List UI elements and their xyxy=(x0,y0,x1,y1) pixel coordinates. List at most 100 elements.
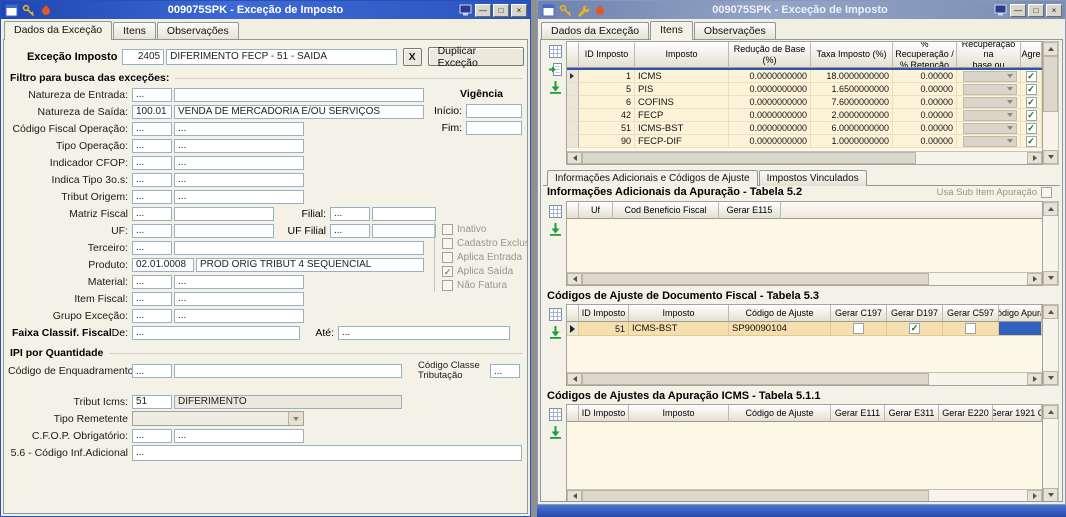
filial-desc-input[interactable] xyxy=(372,206,436,221)
vertical-scrollbar[interactable] xyxy=(1043,41,1059,165)
scroll-left-button[interactable] xyxy=(567,152,582,164)
row-header[interactable] xyxy=(567,83,579,96)
grid-icon[interactable] xyxy=(546,405,564,423)
imposto-row[interactable]: 90 FECP-DIF 0.0000000000 1.0000000000 0.… xyxy=(567,135,1042,148)
flag-checkbox[interactable] xyxy=(442,251,453,263)
indica-tipo-3os-code-input[interactable]: ... xyxy=(132,172,172,187)
material-code-input[interactable]: ... xyxy=(132,274,172,289)
recuperacao-base-combo[interactable] xyxy=(963,109,1017,121)
produto-desc-input[interactable]: PROD ORIG TRIBUT 4 SEQUENCIAL xyxy=(196,257,424,272)
scroll-left-button[interactable] xyxy=(567,273,582,285)
recuperacao-retencao-cell[interactable]: 0.00000 xyxy=(893,96,957,109)
scroll-right-button[interactable] xyxy=(1027,373,1042,385)
column-header[interactable]: % Recuperação / % Retenção xyxy=(893,42,957,68)
scroll-right-button[interactable] xyxy=(1027,490,1042,501)
enquadramento-code-input[interactable]: ... xyxy=(132,364,172,378)
column-header[interactable]: Imposto xyxy=(629,305,729,322)
export-icon[interactable] xyxy=(546,323,564,341)
recuperacao-base-combo[interactable] xyxy=(963,70,1017,82)
vigencia-inicio-input[interactable] xyxy=(466,104,522,118)
column-header[interactable]: Redução de Base (%) xyxy=(729,42,811,68)
taxa-imposto-cell[interactable]: 7.6000000000 xyxy=(811,96,893,109)
scroll-left-button[interactable] xyxy=(567,490,582,501)
ajuste-documento-row[interactable]: 51 ICMS-BST SP90090104 xyxy=(567,322,1042,336)
agregado-checkbox[interactable] xyxy=(1025,96,1037,108)
vigencia-fim-input[interactable] xyxy=(466,121,522,135)
uf-filial-desc-input[interactable] xyxy=(372,223,436,238)
tribut-origem-code-input[interactable]: ... xyxy=(132,189,172,204)
reducao-base-cell[interactable]: 0.0000000000 xyxy=(729,135,811,148)
column-header[interactable]: Gerar E111 xyxy=(831,405,885,422)
enquadramento-desc-input[interactable] xyxy=(174,364,402,378)
id-imposto-cell[interactable]: 6 xyxy=(579,96,635,109)
reducao-base-cell[interactable]: 0.0000000000 xyxy=(729,122,811,135)
vertical-scrollbar[interactable] xyxy=(1043,304,1059,386)
minimize-button[interactable]: — xyxy=(475,3,491,17)
horizontal-scrollbar[interactable] xyxy=(567,272,1042,285)
column-header[interactable]: ID Imposto xyxy=(579,42,635,68)
tab-dados-da-excecao[interactable]: Dados da Exceção xyxy=(4,21,113,40)
scroll-left-button[interactable] xyxy=(567,373,582,385)
horizontal-scrollbar[interactable] xyxy=(567,151,1042,164)
maximize-button[interactable]: □ xyxy=(1028,3,1044,17)
scroll-down-button[interactable] xyxy=(1043,271,1058,285)
export-icon[interactable] xyxy=(546,423,564,441)
tipo-operacao-desc-input[interactable]: ... xyxy=(174,138,304,153)
id-imposto-cell[interactable]: 42 xyxy=(579,109,635,122)
tipo-operacao-code-input[interactable]: ... xyxy=(132,138,172,153)
usa-sub-item-checkbox[interactable] xyxy=(1041,187,1052,198)
indicador-cfop-code-input[interactable]: ... xyxy=(132,155,172,170)
codigo-fiscal-operacao-code-input[interactable]: ... xyxy=(132,121,172,136)
imposto-cell[interactable]: FECP-DIF xyxy=(635,135,729,148)
key-icon[interactable] xyxy=(558,3,573,17)
codigo-fiscal-operacao-desc-input[interactable]: ... xyxy=(174,121,304,136)
recuperacao-base-combo[interactable] xyxy=(963,83,1017,95)
matriz-fiscal-code-input[interactable]: ... xyxy=(132,206,172,221)
wrench-icon[interactable] xyxy=(575,3,590,17)
column-header[interactable]: ID Imposto xyxy=(579,305,629,322)
column-header[interactable]: Agre xyxy=(1021,42,1042,68)
scroll-down-button[interactable] xyxy=(1043,371,1058,385)
vertical-scrollbar[interactable] xyxy=(1043,201,1059,286)
agregado-checkbox[interactable] xyxy=(1025,83,1037,95)
cfop-obrigatorio-desc-input[interactable]: ... xyxy=(174,428,304,443)
column-header[interactable]: Gerar E311 xyxy=(885,405,939,422)
clear-excecao-button[interactable]: X xyxy=(402,47,422,66)
imposto-row[interactable]: 1 ICMS 0.0000000000 18.0000000000 0.0000… xyxy=(567,70,1042,83)
id-imposto-cell[interactable]: 51 xyxy=(579,122,635,135)
item-fiscal-desc-input[interactable]: ... xyxy=(174,291,304,306)
classe-tributacao-input[interactable]: ... xyxy=(490,364,520,378)
faixa-de-input[interactable]: ... xyxy=(132,325,300,340)
maximize-button[interactable]: □ xyxy=(493,3,509,17)
grupo-excecao-code-input[interactable]: ... xyxy=(132,308,172,323)
natureza-saida-desc-input[interactable]: VENDA DE MERCADORIA E/OU SERVIÇOS xyxy=(174,104,424,119)
row-header[interactable] xyxy=(567,70,579,83)
taxa-imposto-cell[interactable]: 18.0000000000 xyxy=(811,70,893,83)
reducao-base-cell[interactable]: 0.0000000000 xyxy=(729,96,811,109)
tab-dados-da-excecao[interactable]: Dados da Exceção xyxy=(541,22,650,40)
row-header[interactable] xyxy=(567,135,579,148)
taxa-imposto-cell[interactable]: 1.6500000000 xyxy=(811,83,893,96)
gerar-c197-checkbox[interactable] xyxy=(853,323,864,334)
recuperacao-base-combo[interactable] xyxy=(963,135,1017,147)
column-header[interactable]: Código de Ajuste xyxy=(729,305,831,322)
column-header[interactable]: Código de Ajuste xyxy=(729,405,831,422)
monitor-icon[interactable] xyxy=(458,3,473,17)
tab-itens[interactable]: Itens xyxy=(113,22,156,40)
horizontal-scrollbar[interactable] xyxy=(567,489,1042,501)
row-header[interactable] xyxy=(567,122,579,135)
column-header[interactable]: Cod Beneficio Fiscal xyxy=(613,202,719,219)
terceiro-desc-input[interactable] xyxy=(174,240,424,255)
column-header[interactable]: Taxa Imposto (%) xyxy=(811,42,893,68)
column-header[interactable]: Gerar E220 xyxy=(939,405,993,422)
row-header[interactable] xyxy=(567,96,579,109)
scroll-up-button[interactable] xyxy=(1043,42,1058,56)
indicador-cfop-desc-input[interactable]: ... xyxy=(174,155,304,170)
taxa-imposto-cell[interactable]: 2.0000000000 xyxy=(811,109,893,122)
column-header[interactable]: Uf xyxy=(579,202,613,219)
grid-icon[interactable] xyxy=(546,202,564,220)
cfop-obrigatorio-code-input[interactable]: ... xyxy=(132,428,172,443)
natureza-entrada-desc-input[interactable] xyxy=(174,87,424,102)
grid-icon[interactable] xyxy=(546,305,564,323)
grupo-excecao-desc-input[interactable]: ... xyxy=(174,308,304,323)
